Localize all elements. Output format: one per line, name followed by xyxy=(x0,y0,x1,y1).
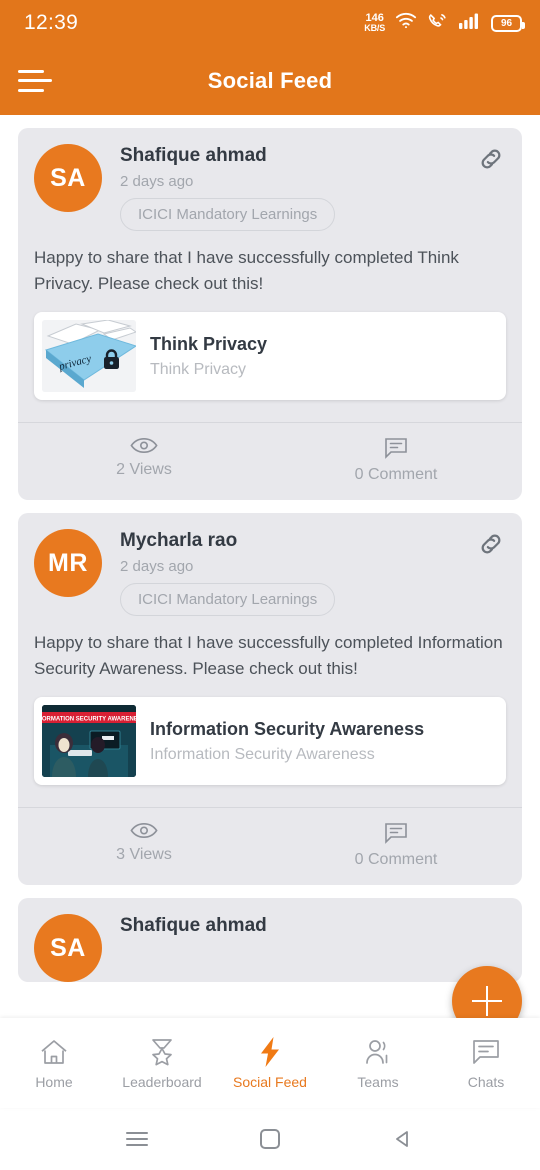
post-author: Shafique ahmad xyxy=(120,915,267,936)
network-speed-unit: KB/S xyxy=(364,23,385,33)
attachment-text: Information Security Awareness Informati… xyxy=(136,719,438,764)
attachment-title: Information Security Awareness xyxy=(150,718,425,739)
medal-star-icon xyxy=(147,1036,177,1068)
post-footer: 2 Views 0 Comment xyxy=(18,422,522,500)
chat-bubble-icon xyxy=(471,1036,501,1068)
post-card[interactable]: MR Mycharla rao 2 days ago ICICI Mandato… xyxy=(18,513,522,885)
home-icon xyxy=(39,1036,69,1068)
views-label: 3 Views xyxy=(116,846,172,863)
bottom-navigation: Home Leaderboard Social Feed Teams Chats xyxy=(0,1018,540,1108)
post-text: Happy to share that I have successfully … xyxy=(34,633,503,678)
hamburger-menu-icon[interactable] xyxy=(18,66,52,96)
post-header: SA Shafique ahmad 2 days ago ICICI Manda… xyxy=(18,128,522,231)
thumbnail-caption: INFORMATION SECURITY AWARENESS xyxy=(42,717,136,723)
post-author: Mycharla rao xyxy=(120,530,238,551)
people-icon xyxy=(363,1036,393,1068)
android-system-nav xyxy=(0,1108,540,1170)
privacy-keyboard-thumbnail: privacy xyxy=(42,320,136,392)
back-triangle-icon[interactable] xyxy=(392,1128,414,1150)
lightning-bolt-icon xyxy=(257,1036,283,1068)
views-label: 2 Views xyxy=(116,461,172,478)
comments-stat[interactable]: 0 Comment xyxy=(270,437,522,484)
social-feed-list[interactable]: SA Shafique ahmad 2 days ago ICICI Manda… xyxy=(0,115,540,1018)
views-stat[interactable]: 3 Views xyxy=(18,822,270,869)
post-footer: 3 Views 0 Comment xyxy=(18,807,522,885)
status-bar: 12:39 146 KB/S 96 xyxy=(0,0,540,46)
post-author-block: Mycharla rao 2 days ago ICICI Mandatory … xyxy=(120,529,336,616)
home-square-icon[interactable] xyxy=(260,1129,280,1149)
post-card[interactable]: SA Shafique ahmad xyxy=(18,898,522,982)
app-header: Social Feed xyxy=(0,46,540,115)
attachment-text: Think Privacy Think Privacy xyxy=(136,334,281,379)
avatar: MR xyxy=(34,529,102,597)
information-security-awareness-thumbnail: INFORMATION SECURITY AWARENESS xyxy=(42,705,136,777)
link-icon[interactable] xyxy=(476,529,506,559)
page-title: Social Feed xyxy=(207,67,333,93)
nav-label-teams: Teams xyxy=(357,1074,399,1090)
eye-icon xyxy=(130,437,158,454)
post-author-block: Shafique ahmad xyxy=(120,914,267,982)
link-icon[interactable] xyxy=(476,144,506,174)
attachment-title: Think Privacy xyxy=(150,333,268,354)
chat-bubble-icon xyxy=(384,822,408,844)
attachment-subtitle: Information Security Awareness xyxy=(150,745,375,763)
network-speed-indicator: 146 KB/S xyxy=(364,13,385,33)
nav-item-home[interactable]: Home xyxy=(0,1036,108,1090)
post-timestamp: 2 days ago xyxy=(120,558,194,575)
status-time: 12:39 xyxy=(24,11,79,34)
nav-label-social-feed: Social Feed xyxy=(233,1074,307,1090)
avatar: SA xyxy=(34,914,102,982)
views-stat[interactable]: 2 Views xyxy=(18,437,270,484)
battery-icon: 96 xyxy=(491,14,525,32)
post-timestamp: 2 days ago xyxy=(120,173,194,190)
nav-label-home: Home xyxy=(35,1074,73,1090)
post-attachment-card[interactable]: INFORMATION SECURITY AWARENESS Informati… xyxy=(34,697,506,785)
nav-item-leaderboard[interactable]: Leaderboard xyxy=(108,1036,216,1090)
comments-stat[interactable]: 0 Comment xyxy=(270,822,522,869)
post-tag[interactable]: ICICI Mandatory Learnings xyxy=(120,198,336,231)
wifi-icon xyxy=(395,12,417,34)
plus-icon xyxy=(472,986,502,1016)
post-author-block: Shafique ahmad 2 days ago ICICI Mandator… xyxy=(120,144,336,231)
avatar: SA xyxy=(34,144,102,212)
post-author: Shafique ahmad xyxy=(120,145,267,166)
status-icons: 146 KB/S 96 xyxy=(364,12,525,35)
attachment-subtitle: Think Privacy xyxy=(150,360,247,378)
nav-label-leaderboard: Leaderboard xyxy=(122,1074,202,1090)
call-signal-icon xyxy=(427,12,449,35)
post-tag[interactable]: ICICI Mandatory Learnings xyxy=(120,583,336,616)
post-header: MR Mycharla rao 2 days ago ICICI Mandato… xyxy=(18,513,522,616)
nav-item-social-feed[interactable]: Social Feed xyxy=(216,1036,324,1090)
nav-item-teams[interactable]: Teams xyxy=(324,1036,432,1090)
nav-item-chats[interactable]: Chats xyxy=(432,1036,540,1090)
recents-icon[interactable] xyxy=(126,1128,148,1150)
post-card[interactable]: SA Shafique ahmad 2 days ago ICICI Manda… xyxy=(18,128,522,500)
post-attachment-card[interactable]: privacy Think Privacy Think Privacy xyxy=(34,312,506,400)
eye-icon xyxy=(130,822,158,839)
post-text: Happy to share that I have successfully … xyxy=(34,248,459,293)
comments-label: 0 Comment xyxy=(354,851,438,868)
chat-bubble-icon xyxy=(384,437,408,459)
cellular-signal-icon xyxy=(459,12,481,34)
nav-label-chats: Chats xyxy=(467,1074,505,1090)
post-header: SA Shafique ahmad xyxy=(18,898,522,982)
battery-level: 96 xyxy=(500,17,513,29)
comments-label: 0 Comment xyxy=(354,466,438,483)
